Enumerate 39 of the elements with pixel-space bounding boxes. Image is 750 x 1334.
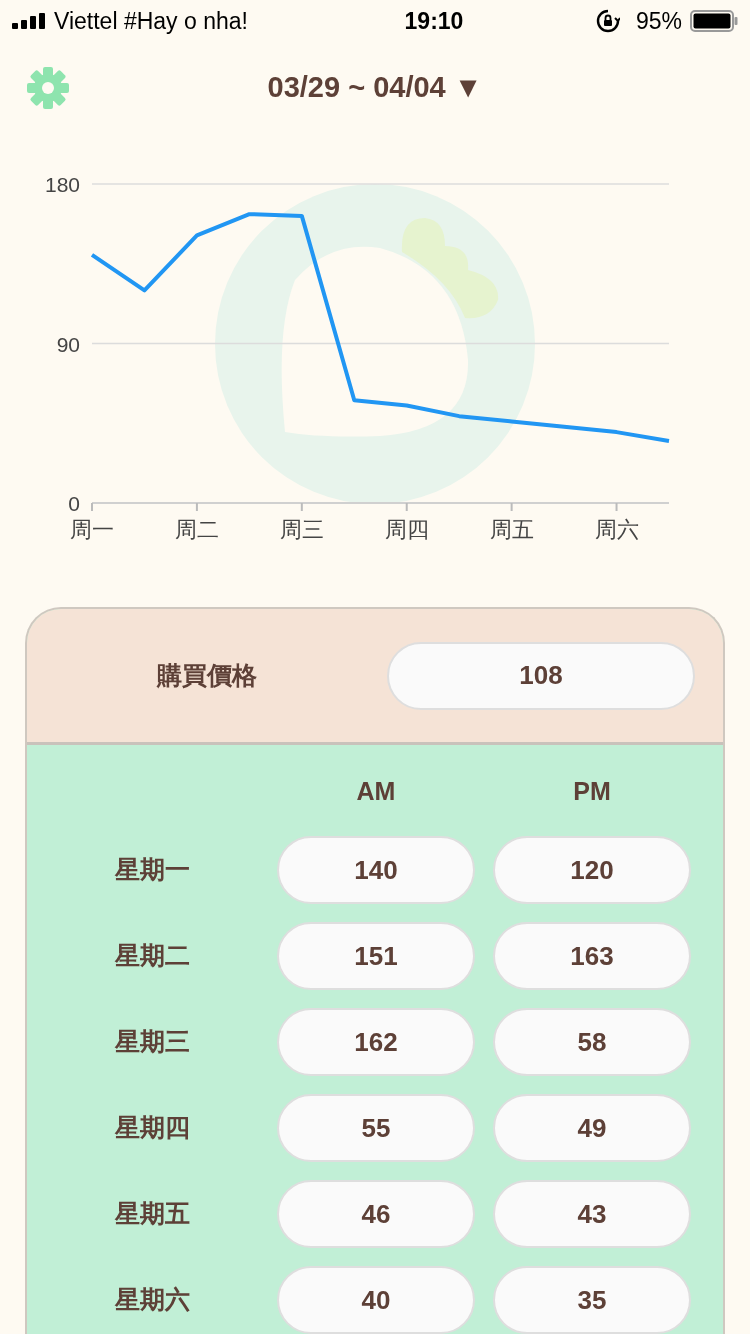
price-field[interactable]: 49	[493, 1094, 691, 1162]
price-field[interactable]: 120	[493, 836, 691, 904]
day-label: 星期五	[113, 1198, 191, 1230]
x-axis-label: 周二	[174, 517, 219, 542]
day-label: 星期一	[113, 854, 191, 886]
price-field[interactable]: 58	[493, 1008, 691, 1076]
y-axis-label: 90	[56, 332, 80, 356]
purchase-price-label: 購買價格	[155, 659, 258, 691]
x-axis-label: 周四	[384, 517, 429, 542]
x-axis-label: 周六	[594, 517, 639, 542]
price-field[interactable]: 43	[493, 1180, 691, 1248]
x-axis-label: 周一	[70, 517, 114, 542]
y-axis-label: 180	[44, 173, 80, 196]
column-header: AM	[355, 776, 397, 808]
settings-icon[interactable]	[26, 66, 70, 110]
price-field[interactable]: 140	[277, 836, 475, 904]
purchase-price-field[interactable]: 108	[387, 641, 695, 710]
date-range-dropdown[interactable]: 03/29 ~ 04/04 ▼	[267, 66, 483, 110]
day-label: 星期二	[113, 940, 191, 972]
price-field[interactable]: 151	[277, 922, 475, 990]
price-field[interactable]: 163	[493, 922, 691, 990]
price-field[interactable]: 46	[277, 1180, 475, 1248]
price-field[interactable]: 55	[277, 1094, 475, 1162]
carrier-name: Viettel #Hay o nha!	[54, 6, 248, 36]
price-field[interactable]: 162	[277, 1008, 475, 1076]
battery-icon	[690, 10, 738, 32]
day-label: 星期四	[113, 1112, 191, 1144]
column-header: PM	[572, 776, 612, 808]
battery-percent: 95%	[635, 6, 682, 36]
price-field[interactable]: 40	[277, 1266, 475, 1334]
y-axis-label: 0	[68, 492, 80, 515]
signal-icon	[12, 13, 46, 29]
day-label: 星期三	[113, 1026, 191, 1058]
day-label: 星期六	[113, 1284, 191, 1316]
x-axis-label: 周五	[489, 517, 534, 542]
rotation-lock-icon	[595, 9, 620, 33]
x-axis-label: 周三	[279, 517, 324, 542]
clock-time: 19:10	[403, 6, 465, 36]
price-field[interactable]: 35	[493, 1266, 691, 1334]
